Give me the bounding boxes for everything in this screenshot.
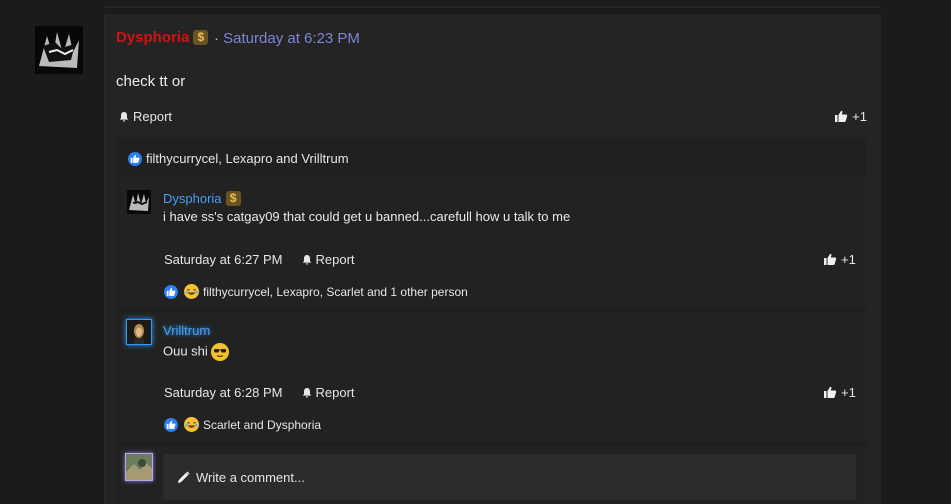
post-author[interactable]: Dysphoria $ bbox=[116, 29, 209, 46]
comment-author-name[interactable]: Vrilltrum bbox=[163, 323, 210, 338]
like-button[interactable]: +1 bbox=[834, 109, 867, 124]
top-divider bbox=[104, 6, 880, 8]
report-label: Report bbox=[315, 385, 355, 400]
reactions-list[interactable]: filthycurrycel, Lexapro and Vrilltrum bbox=[146, 151, 349, 166]
like-button[interactable]: +1 bbox=[823, 385, 856, 400]
comment-meta: Saturday at 6:28 PM Report bbox=[164, 385, 355, 400]
thumbs-up-icon bbox=[824, 386, 837, 398]
comment-text-content: Ouu shi bbox=[163, 343, 208, 359]
comment-avatar[interactable] bbox=[126, 319, 152, 345]
thumbs-up-icon bbox=[835, 110, 848, 122]
reactions-list[interactable]: filthycurrycel, Lexapro, Scarlet and 1 o… bbox=[203, 285, 468, 299]
avatar[interactable] bbox=[35, 26, 83, 74]
comment-text: Ouu shi bbox=[163, 343, 229, 361]
pencil-icon bbox=[178, 470, 190, 483]
comment-placeholder: Write a comment... bbox=[196, 469, 305, 485]
reactions-list[interactable]: Scarlet and Dysphoria bbox=[203, 418, 321, 432]
comment-reactions[interactable]: Scarlet and Dysphoria bbox=[164, 417, 321, 432]
post-author-name[interactable]: Dysphoria bbox=[116, 29, 189, 46]
post-body: check tt or bbox=[116, 73, 186, 90]
comment-author-name[interactable]: Dysphoria bbox=[163, 191, 222, 206]
report-button[interactable]: Report bbox=[301, 385, 355, 400]
bell-icon bbox=[119, 111, 129, 122]
like-label: +1 bbox=[841, 385, 856, 400]
my-avatar[interactable] bbox=[125, 453, 153, 481]
comment-meta: Saturday at 6:27 PM Report bbox=[164, 252, 355, 267]
comment-reactions[interactable]: filthycurrycel, Lexapro, Scarlet and 1 o… bbox=[164, 284, 468, 299]
comment-divider bbox=[117, 443, 866, 444]
like-button[interactable]: +1 bbox=[823, 252, 856, 267]
laugh-emoji-icon bbox=[184, 284, 199, 299]
comment-timestamp[interactable]: Saturday at 6:28 PM bbox=[164, 385, 283, 400]
comment-timestamp[interactable]: Saturday at 6:27 PM bbox=[164, 252, 283, 267]
dollar-badge-icon: $ bbox=[193, 30, 209, 45]
post-user-column bbox=[12, 14, 102, 504]
report-button[interactable]: Report bbox=[301, 252, 355, 267]
like-label: +1 bbox=[852, 109, 867, 124]
laugh-emoji-icon bbox=[184, 417, 199, 432]
report-label: Report bbox=[315, 252, 355, 267]
like-label: +1 bbox=[841, 252, 856, 267]
comment-text: i have ss's catgay09 that could get u ba… bbox=[163, 209, 571, 224]
comment-divider bbox=[117, 310, 866, 311]
sunglasses-emoji-icon bbox=[210, 343, 229, 361]
like-reaction-icon bbox=[164, 417, 178, 432]
report-label: Report bbox=[133, 109, 173, 124]
comment-author[interactable]: Dysphoria $ bbox=[163, 191, 241, 206]
comment-avatar[interactable] bbox=[127, 190, 151, 214]
bell-icon bbox=[302, 254, 311, 265]
dollar-badge-icon: $ bbox=[225, 191, 241, 206]
bell-icon bbox=[302, 387, 311, 398]
post-timestamp-link[interactable]: Saturday at 6:23 PM bbox=[223, 30, 360, 47]
comment-input[interactable]: Write a comment... bbox=[163, 454, 856, 500]
separator: · bbox=[214, 30, 219, 47]
thumbs-up-icon bbox=[824, 253, 837, 265]
post-reactions[interactable]: filthycurrycel, Lexapro and Vrilltrum bbox=[128, 151, 349, 166]
post-timestamp[interactable]: · Saturday at 6:23 PM bbox=[214, 30, 360, 47]
report-button[interactable]: Report bbox=[118, 109, 172, 124]
like-reaction-icon bbox=[164, 284, 178, 299]
like-reaction-icon bbox=[128, 151, 142, 166]
comment-author[interactable]: Vrilltrum bbox=[163, 323, 210, 338]
